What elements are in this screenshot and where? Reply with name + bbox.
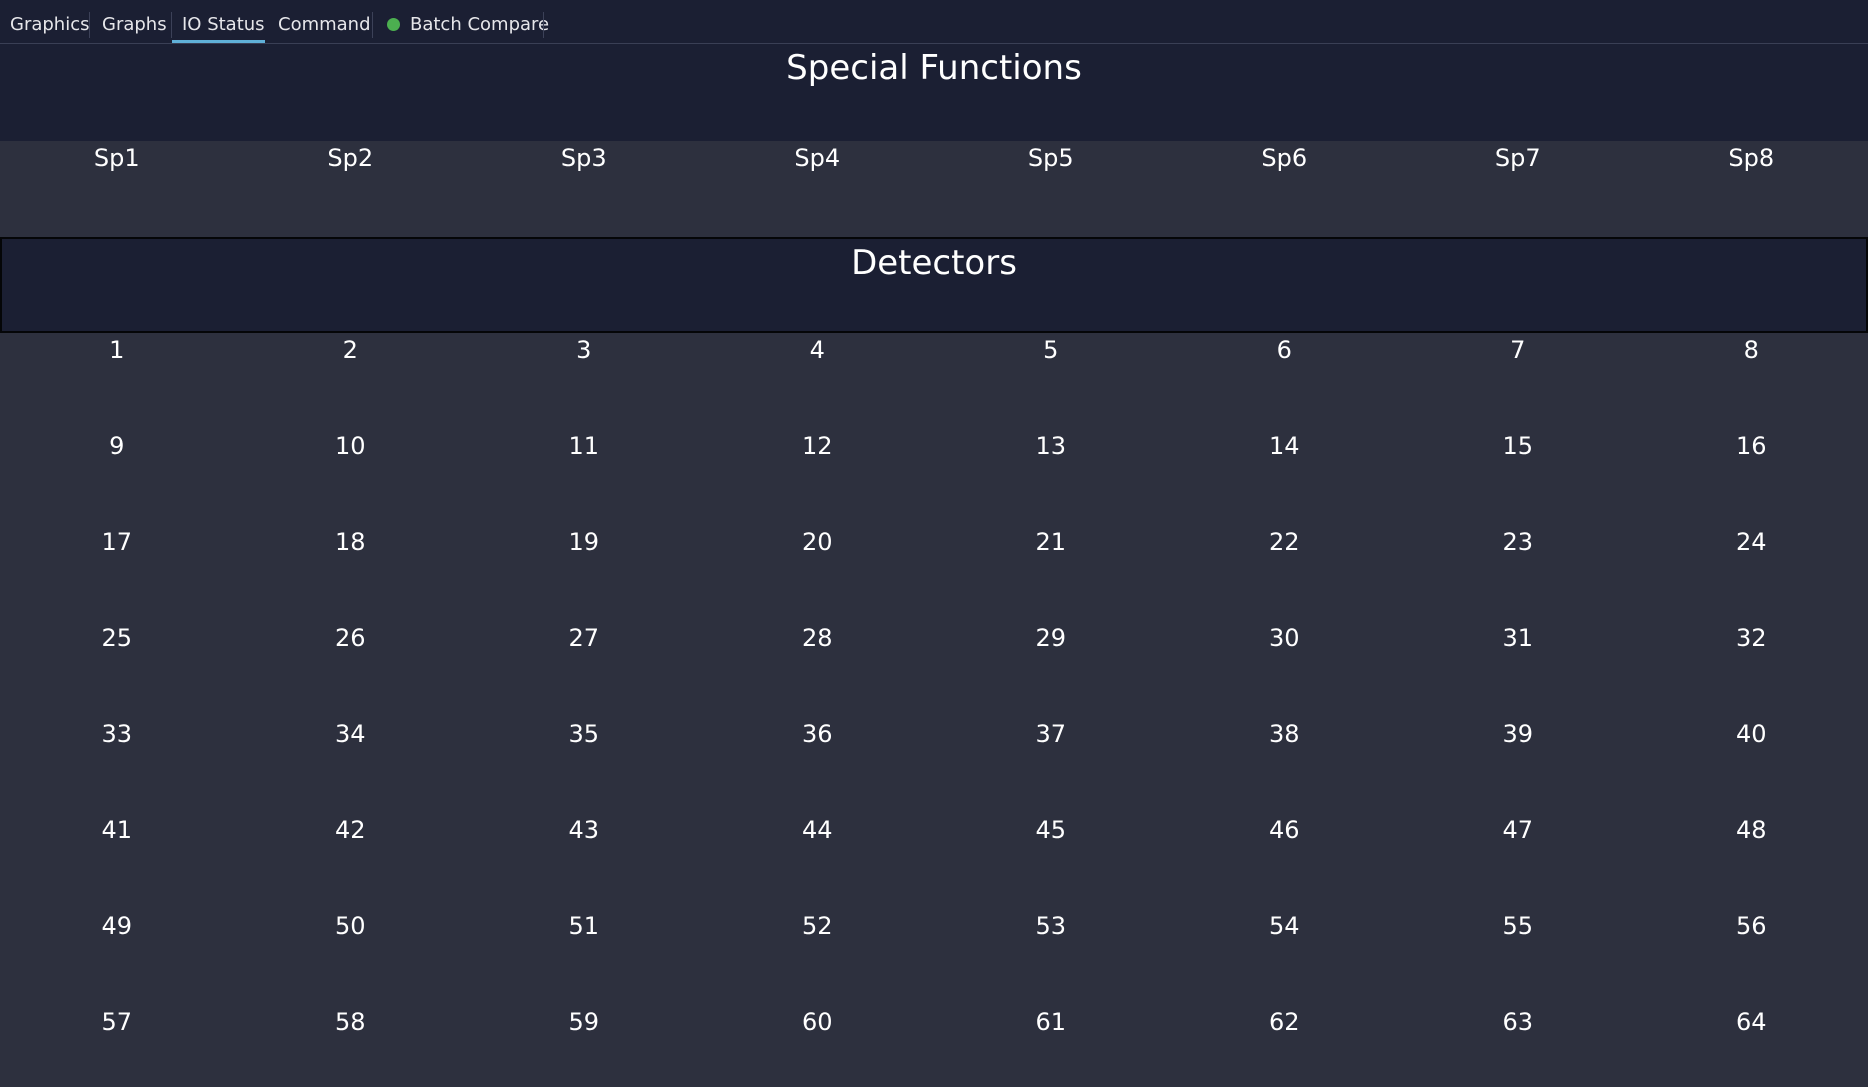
tab-io-status[interactable]: IO Status bbox=[172, 0, 265, 43]
detector-cell[interactable]: 55 bbox=[1401, 912, 1635, 940]
special-function-cell[interactable]: Sp6 bbox=[1168, 144, 1402, 172]
detector-cell[interactable]: 56 bbox=[1635, 912, 1868, 940]
detector-cell[interactable]: 8 bbox=[1635, 336, 1868, 364]
tab-divider bbox=[372, 12, 373, 38]
detector-cell[interactable]: 20 bbox=[701, 528, 935, 556]
detector-cell[interactable]: 10 bbox=[234, 432, 468, 460]
detector-cell[interactable]: 26 bbox=[234, 624, 468, 652]
detector-cell[interactable]: 47 bbox=[1401, 816, 1635, 844]
detector-cell[interactable]: 27 bbox=[467, 624, 701, 652]
detector-cell[interactable]: 37 bbox=[934, 720, 1168, 748]
detector-cell[interactable]: 23 bbox=[1401, 528, 1635, 556]
detector-cell[interactable]: 61 bbox=[934, 1008, 1168, 1036]
tab-label: IO Status bbox=[182, 14, 265, 35]
special-function-cell[interactable]: Sp3 bbox=[467, 144, 701, 172]
detector-cell[interactable]: 5 bbox=[934, 336, 1168, 364]
detector-cell[interactable]: 62 bbox=[1168, 1008, 1402, 1036]
detector-cell[interactable]: 12 bbox=[701, 432, 935, 460]
tab-divider bbox=[543, 12, 544, 38]
special-function-cell[interactable]: Sp5 bbox=[934, 144, 1168, 172]
detector-cell[interactable]: 28 bbox=[701, 624, 935, 652]
detector-cell[interactable]: 35 bbox=[467, 720, 701, 748]
detector-cell[interactable]: 40 bbox=[1635, 720, 1868, 748]
detector-cell[interactable]: 1 bbox=[0, 336, 234, 364]
tab-batch-compare[interactable]: Batch Compare bbox=[377, 0, 559, 43]
detector-cell[interactable]: 11 bbox=[467, 432, 701, 460]
detector-cell[interactable]: 16 bbox=[1635, 432, 1868, 460]
detector-cell[interactable]: 3 bbox=[467, 336, 701, 364]
detectors-header: Detectors bbox=[0, 237, 1868, 333]
detector-cell[interactable]: 4 bbox=[701, 336, 935, 364]
detector-cell[interactable]: 58 bbox=[234, 1008, 468, 1036]
special-functions-header: Special Functions bbox=[0, 44, 1868, 141]
detector-cell[interactable]: 46 bbox=[1168, 816, 1402, 844]
detector-cell[interactable]: 50 bbox=[234, 912, 468, 940]
detector-cell[interactable]: 17 bbox=[0, 528, 234, 556]
tab-graphics[interactable]: Graphics bbox=[0, 0, 100, 43]
detector-cell[interactable]: 33 bbox=[0, 720, 234, 748]
special-functions-row: Sp1 Sp2 Sp3 Sp4 Sp5 Sp6 Sp7 Sp8 bbox=[0, 141, 1868, 237]
tab-label: Graphics bbox=[10, 14, 90, 35]
detector-cell[interactable]: 42 bbox=[234, 816, 468, 844]
detector-cell[interactable]: 29 bbox=[934, 624, 1168, 652]
detector-cell[interactable]: 59 bbox=[467, 1008, 701, 1036]
detector-cell[interactable]: 48 bbox=[1635, 816, 1868, 844]
detector-cell[interactable]: 21 bbox=[934, 528, 1168, 556]
detector-cell[interactable]: 31 bbox=[1401, 624, 1635, 652]
tab-label: Graphs bbox=[102, 14, 167, 35]
detector-cell[interactable]: 44 bbox=[701, 816, 935, 844]
tab-graphs[interactable]: Graphs bbox=[92, 0, 177, 43]
detector-cell[interactable]: 7 bbox=[1401, 336, 1635, 364]
detector-cell[interactable]: 45 bbox=[934, 816, 1168, 844]
detector-cell[interactable]: 2 bbox=[234, 336, 468, 364]
tab-bar: Graphics Graphs IO Status Command Batch … bbox=[0, 0, 1868, 44]
detector-cell[interactable]: 30 bbox=[1168, 624, 1402, 652]
detector-cell[interactable]: 52 bbox=[701, 912, 935, 940]
detector-cell[interactable]: 39 bbox=[1401, 720, 1635, 748]
detector-cell[interactable]: 9 bbox=[0, 432, 234, 460]
detector-cell[interactable]: 60 bbox=[701, 1008, 935, 1036]
detector-cell[interactable]: 19 bbox=[467, 528, 701, 556]
tab-divider bbox=[89, 12, 90, 38]
detector-cell[interactable]: 38 bbox=[1168, 720, 1402, 748]
detector-cell[interactable]: 54 bbox=[1168, 912, 1402, 940]
tab-label: Batch Compare bbox=[410, 14, 550, 35]
detector-cell[interactable]: 64 bbox=[1635, 1008, 1868, 1036]
detector-cell[interactable]: 57 bbox=[0, 1008, 234, 1036]
special-function-cell[interactable]: Sp7 bbox=[1401, 144, 1635, 172]
detectors-grid: 1 2 3 4 5 6 7 8 9 10 11 12 13 14 15 16 17 18 19 20 21 22 23 24 2… bbox=[0, 333, 1868, 1087]
detector-cell[interactable]: 14 bbox=[1168, 432, 1402, 460]
tab-command[interactable]: Command bbox=[268, 0, 381, 43]
detector-cell[interactable]: 25 bbox=[0, 624, 234, 652]
status-dot-icon bbox=[387, 18, 400, 31]
detector-cell[interactable]: 15 bbox=[1401, 432, 1635, 460]
tab-label: Command bbox=[278, 14, 371, 35]
detector-cell[interactable]: 32 bbox=[1635, 624, 1868, 652]
detector-cell[interactable]: 18 bbox=[234, 528, 468, 556]
detector-cell[interactable]: 49 bbox=[0, 912, 234, 940]
special-function-cell[interactable]: Sp2 bbox=[234, 144, 468, 172]
special-functions-title: Special Functions bbox=[786, 48, 1082, 88]
special-function-cell[interactable]: Sp4 bbox=[701, 144, 935, 172]
detector-cell[interactable]: 24 bbox=[1635, 528, 1868, 556]
detector-cell[interactable]: 51 bbox=[467, 912, 701, 940]
detector-cell[interactable]: 36 bbox=[701, 720, 935, 748]
detectors-title: Detectors bbox=[851, 243, 1017, 283]
detector-cell[interactable]: 63 bbox=[1401, 1008, 1635, 1036]
special-function-cell[interactable]: Sp8 bbox=[1635, 144, 1868, 172]
detector-cell[interactable]: 6 bbox=[1168, 336, 1402, 364]
special-function-cell[interactable]: Sp1 bbox=[0, 144, 234, 172]
detector-cell[interactable]: 34 bbox=[234, 720, 468, 748]
detector-cell[interactable]: 43 bbox=[467, 816, 701, 844]
detector-cell[interactable]: 53 bbox=[934, 912, 1168, 940]
detector-cell[interactable]: 22 bbox=[1168, 528, 1402, 556]
detector-cell[interactable]: 41 bbox=[0, 816, 234, 844]
detector-cell[interactable]: 13 bbox=[934, 432, 1168, 460]
